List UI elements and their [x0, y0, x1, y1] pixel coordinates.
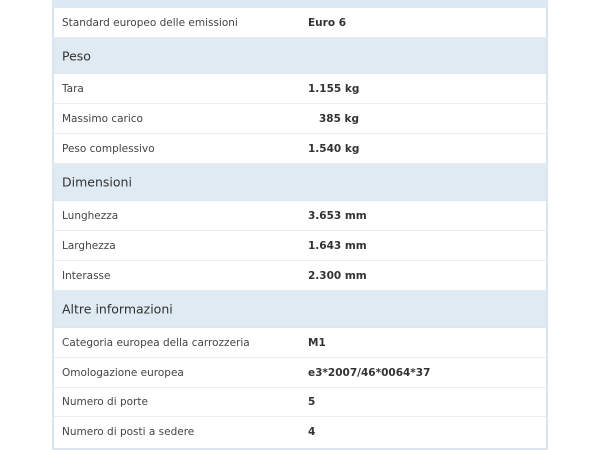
- row-label: Standard europeo delle emissioni: [62, 17, 238, 29]
- table-row-interasse: Interasse 2.300 mm: [54, 261, 546, 291]
- row-value: 385 kg: [308, 112, 360, 125]
- row-value: e3*2007/46*0064*37: [308, 366, 431, 379]
- table-row-numero-porte: Numero di porte 5: [54, 388, 546, 417]
- section-header-dimensioni: Dimensioni: [54, 164, 546, 201]
- row-value: 4: [308, 425, 316, 438]
- specs-table: Standard europeo delle emissioni Euro 6 …: [52, 0, 548, 450]
- table-row-massimo-carico: Massimo carico 385 kg: [54, 104, 546, 134]
- row-value: 2.300 mm: [308, 269, 367, 282]
- row-label: Tara: [62, 82, 84, 95]
- table-row-emissions: Standard europeo delle emissioni Euro 6: [54, 9, 546, 38]
- table-row-omologazione: Omologazione europea e3*2007/46*0064*37: [54, 358, 546, 388]
- section-title: Peso: [62, 48, 91, 63]
- table-row-numero-posti: Numero di posti a sedere 4: [54, 417, 546, 446]
- row-value: 1.155 kg: [308, 82, 360, 95]
- row-value: M1: [308, 336, 326, 349]
- section-title: Dimensioni: [62, 174, 132, 190]
- row-value: 3.653 mm: [308, 209, 367, 222]
- table-row-tara: Tara 1.155 kg: [54, 74, 546, 104]
- table-row-categoria: Categoria europea della carrozzeria M1: [54, 328, 546, 358]
- row-label: Categoria europea della carrozzeria: [62, 336, 250, 349]
- section-header-altre-informazioni: Altre informazioni: [54, 291, 546, 328]
- row-label: Massimo carico: [62, 112, 143, 125]
- row-value: Euro 6: [308, 17, 347, 29]
- row-label: Peso complessivo: [62, 142, 155, 155]
- table-row-peso-complessivo: Peso complessivo 1.540 kg: [54, 134, 546, 164]
- row-label: Larghezza: [62, 239, 116, 252]
- row-label: Lunghezza: [62, 209, 119, 222]
- row-value: 5: [308, 396, 316, 408]
- section-title: Altre informazioni: [62, 301, 173, 317]
- row-value: 1.643 mm: [308, 239, 367, 252]
- row-label: Numero di posti a sedere: [62, 425, 195, 438]
- table-row-larghezza: Larghezza 1.643 mm: [54, 231, 546, 261]
- row-label: Numero di porte: [62, 396, 148, 408]
- row-label: Interasse: [62, 269, 111, 282]
- row-label: Omologazione europea: [62, 366, 184, 379]
- row-value: 1.540 kg: [308, 142, 360, 155]
- table-row-lunghezza: Lunghezza 3.653 mm: [54, 201, 546, 231]
- section-header-peso: Peso: [54, 38, 546, 74]
- top-header-strip: [54, 0, 546, 8]
